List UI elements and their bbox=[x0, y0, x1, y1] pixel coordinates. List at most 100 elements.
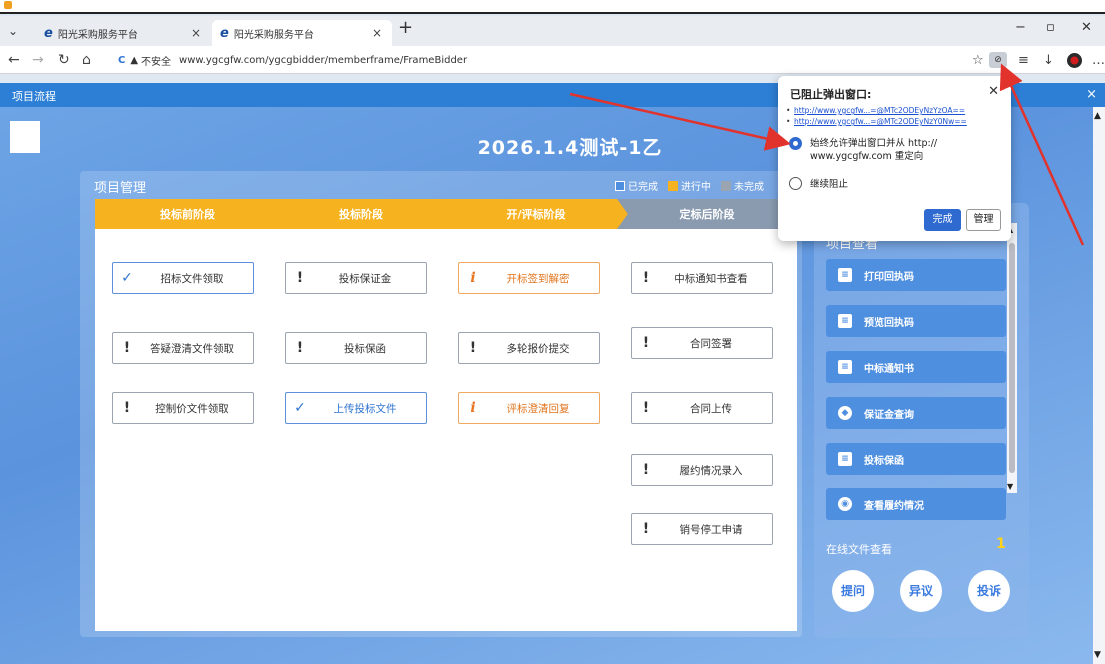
step-control-price-doc[interactable]: ! 控制价文件领取 bbox=[112, 392, 254, 424]
refresh-icon[interactable]: ↻ bbox=[58, 52, 70, 68]
restore-icon[interactable]: ▫ bbox=[1046, 20, 1055, 35]
panel-scrollbar[interactable]: ▲ ▼ bbox=[1007, 223, 1017, 493]
view-performance-button[interactable]: ◉ 查看履约情况 bbox=[826, 488, 1006, 520]
step-upload-bid-file[interactable]: ✓ 上传投标文件 bbox=[285, 392, 427, 424]
stage-pre-bid[interactable]: 投标前阶段 bbox=[95, 199, 280, 229]
left-edge-strip bbox=[10, 121, 40, 153]
check-icon: ✓ bbox=[121, 270, 133, 286]
step-contract-sign[interactable]: ! 合同签署 bbox=[631, 327, 773, 359]
legend-in-progress: 进行中 bbox=[668, 178, 711, 193]
block-option-text: 继续阻止 bbox=[810, 179, 849, 190]
back-icon[interactable]: ← bbox=[8, 52, 20, 68]
award-notice-button[interactable]: ≡ 中标通知书 bbox=[826, 351, 1006, 383]
exclamation-icon: ! bbox=[296, 270, 304, 286]
legend-done: 已完成 bbox=[615, 178, 658, 193]
stage-bar: 投标前阶段 投标阶段 开/评标阶段 定标后阶段 bbox=[95, 199, 797, 229]
exclamation-icon: ! bbox=[469, 340, 477, 356]
block-radio[interactable] bbox=[789, 177, 802, 190]
popup-blocked-dialog: 已阻止弹出窗口: ✕ http://www.ygcgfw...=@MTc2ODE… bbox=[778, 76, 1011, 241]
tab-list-chevron-icon[interactable]: ⌄ bbox=[8, 24, 18, 38]
page-header-title: 项目流程 bbox=[12, 90, 56, 103]
page-close-icon[interactable]: × bbox=[1086, 87, 1097, 102]
more-icon[interactable]: … bbox=[1092, 53, 1105, 68]
tab-1[interactable]: e 阳光采购服务平台 × bbox=[36, 20, 211, 46]
print-receipt-button[interactable]: ≡ 打印回执码 bbox=[826, 259, 1006, 291]
blocked-link-1[interactable]: http://www.ygcgfw...=@MTc2ODEyNzYzOA== bbox=[794, 105, 967, 116]
window-top-strip bbox=[0, 0, 1105, 14]
legend-not-done: 未完成 bbox=[721, 178, 764, 193]
preview-receipt-button[interactable]: ≡ 预览回执码 bbox=[826, 305, 1006, 337]
tab-2-label: 阳光采购服务平台 bbox=[233, 29, 314, 41]
complaint-button[interactable]: 投诉 bbox=[968, 570, 1010, 612]
favorite-star-icon[interactable]: ☆ bbox=[972, 53, 984, 68]
page-scrollbar[interactable]: ▲ ▼ bbox=[1093, 107, 1105, 664]
step-bid-guarantee[interactable]: ! 投标保函 bbox=[285, 332, 427, 364]
url-field[interactable]: C ▲ 不安全 www.ygcgfw.com/ygcgbidder/member… bbox=[118, 50, 968, 70]
profile-avatar[interactable] bbox=[1067, 53, 1082, 68]
favorites-icon[interactable]: ≡ bbox=[1018, 53, 1029, 68]
eye-icon: ◉ bbox=[838, 497, 852, 511]
exclamation-icon: ! bbox=[642, 400, 650, 416]
tab-1-close-icon[interactable]: × bbox=[191, 26, 201, 40]
step-evaluation-clarify-reply[interactable]: i 评标澄清回复 bbox=[458, 392, 600, 424]
new-tab-icon[interactable]: + bbox=[398, 17, 413, 38]
exclamation-icon: ! bbox=[642, 335, 650, 351]
stage-bid[interactable]: 投标阶段 bbox=[267, 199, 455, 229]
online-file-count: 1 bbox=[996, 536, 1006, 552]
step-cancel-stop-work[interactable]: ! 销号停工申请 bbox=[631, 513, 773, 545]
tab-bar: ⌄ e 阳光采购服务平台 × e 阳光采购服务平台 × + − ▫ ✕ bbox=[0, 16, 1105, 46]
step-opening-sign-decrypt[interactable]: i 开标签到解密 bbox=[458, 262, 600, 294]
manage-button[interactable]: 管理 bbox=[966, 209, 1001, 231]
ie-icon: e bbox=[44, 25, 53, 41]
popup-blocked-icon[interactable]: ⊘ bbox=[989, 52, 1007, 68]
app-icon bbox=[4, 1, 12, 9]
allow-option-text: 始终允许弹出窗口并从 http://www.ygcgfw.com 重定向 bbox=[810, 138, 938, 162]
popup-close-icon[interactable]: ✕ bbox=[988, 84, 999, 99]
document-icon: ≡ bbox=[838, 314, 852, 328]
step-multi-round-quote[interactable]: ! 多轮报价提交 bbox=[458, 332, 600, 364]
question-button[interactable]: 提问 bbox=[832, 570, 874, 612]
check-icon: ✓ bbox=[294, 400, 306, 416]
step-tender-doc-receive[interactable]: ✓ 招标文件领取 bbox=[112, 262, 254, 294]
exclamation-icon: ! bbox=[642, 270, 650, 286]
tab-2[interactable]: e 阳光采购服务平台 × bbox=[212, 20, 392, 46]
stage-open-evaluate[interactable]: 开/评标阶段 bbox=[442, 199, 630, 229]
management-title: 项目管理 bbox=[94, 181, 147, 196]
scroll-thumb[interactable] bbox=[1009, 243, 1015, 473]
exclamation-icon: ! bbox=[642, 462, 650, 478]
step-performance-entry[interactable]: ! 履约情况录入 bbox=[631, 454, 773, 486]
deposit-query-button[interactable]: ◆ 保证金查询 bbox=[826, 397, 1006, 429]
done-button[interactable]: 完成 bbox=[924, 209, 961, 231]
site-icon: C bbox=[118, 54, 126, 66]
stage-post-award[interactable]: 定标后阶段 bbox=[617, 199, 797, 229]
download-icon[interactable]: ↓ bbox=[1043, 53, 1054, 68]
home-icon[interactable]: ⌂ bbox=[82, 52, 91, 68]
tab-2-close-icon[interactable]: × bbox=[372, 26, 382, 40]
url-text: www.ygcgfw.com/ygcgbidder/memberframe/Fr… bbox=[179, 54, 468, 66]
info-icon: i bbox=[470, 400, 476, 416]
info-icon: i bbox=[470, 270, 476, 286]
scroll-down-icon[interactable]: ▼ bbox=[1007, 482, 1013, 491]
scroll-up-icon[interactable]: ▲ bbox=[1094, 111, 1101, 121]
exclamation-icon: ! bbox=[123, 340, 131, 356]
exclamation-icon: ! bbox=[123, 400, 131, 416]
ie-icon: e bbox=[220, 25, 229, 41]
step-contract-upload[interactable]: ! 合同上传 bbox=[631, 392, 773, 424]
minimize-icon[interactable]: − bbox=[1015, 20, 1026, 35]
scroll-down-icon[interactable]: ▼ bbox=[1094, 650, 1101, 660]
close-window-icon[interactable]: ✕ bbox=[1081, 20, 1092, 35]
warning-icon: ▲ bbox=[130, 54, 139, 66]
document-icon: ≡ bbox=[838, 452, 852, 466]
bid-guarantee-button[interactable]: ≡ 投标保函 bbox=[826, 443, 1006, 475]
blocked-link-2[interactable]: http://www.ygcgfw...=@MTc2ODEyNzY0Nw== bbox=[794, 116, 967, 127]
document-icon: ≡ bbox=[838, 268, 852, 282]
step-clarification-doc[interactable]: ! 答疑澄清文件领取 bbox=[112, 332, 254, 364]
project-management-panel: 项目管理 已完成 进行中 未完成 投标前阶段 投标阶段 开/评标阶段 定标后阶段… bbox=[80, 171, 802, 637]
address-bar-row: ← → ↻ ⌂ C ▲ 不安全 www.ygcgfw.com/ygcgbidde… bbox=[0, 46, 1105, 74]
allow-radio[interactable] bbox=[789, 137, 802, 150]
step-award-notice-view[interactable]: ! 中标通知书查看 bbox=[631, 262, 773, 294]
step-bid-deposit[interactable]: ! 投标保证金 bbox=[285, 262, 427, 294]
tab-1-label: 阳光采购服务平台 bbox=[57, 29, 138, 41]
forward-icon[interactable]: → bbox=[32, 52, 44, 68]
objection-button[interactable]: 异议 bbox=[900, 570, 942, 612]
